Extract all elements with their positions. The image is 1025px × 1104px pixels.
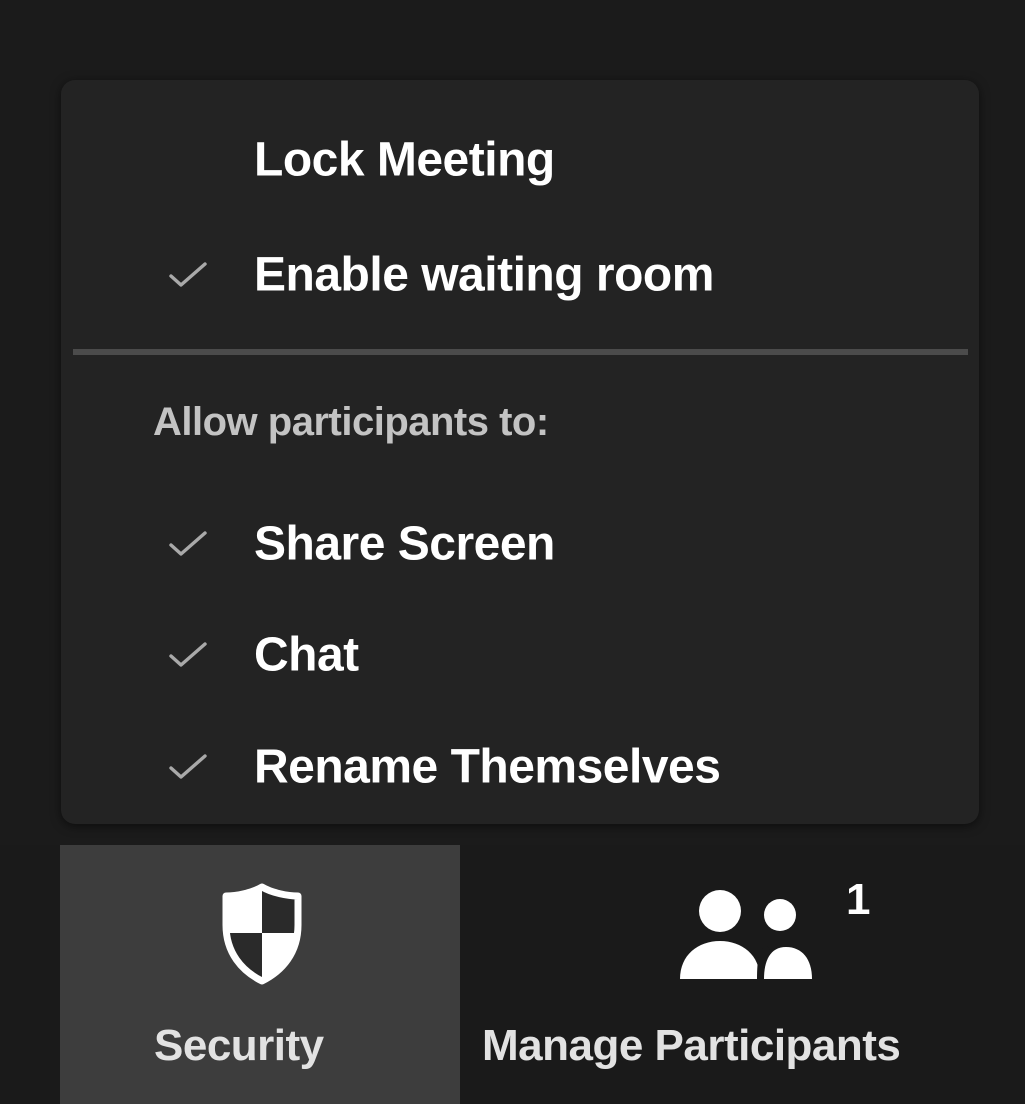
meeting-toolbar: Security 1 Manage Participants bbox=[0, 845, 1025, 1104]
security-button-label: Security bbox=[154, 1021, 324, 1070]
menu-divider bbox=[73, 349, 968, 355]
menu-item-label: Enable waiting room bbox=[254, 248, 714, 302]
menu-item-share-screen[interactable]: Share Screen bbox=[61, 494, 979, 594]
manage-participants-label: Manage Participants bbox=[482, 1021, 901, 1070]
security-menu: Lock Meeting Enable waiting room Allow p… bbox=[61, 80, 979, 824]
checkmark-icon bbox=[165, 747, 211, 787]
checkmark-icon bbox=[165, 635, 211, 675]
shield-icon bbox=[218, 881, 306, 990]
checkmark-icon bbox=[165, 524, 211, 564]
section-header-allow-participants: Allow participants to: bbox=[153, 400, 549, 444]
menu-item-label: Rename Themselves bbox=[254, 740, 721, 794]
checkmark-icon bbox=[165, 255, 211, 295]
menu-item-enable-waiting-room[interactable]: Enable waiting room bbox=[61, 225, 979, 325]
manage-participants-button[interactable]: 1 Manage Participants bbox=[460, 845, 1025, 1104]
menu-item-label: Chat bbox=[254, 628, 359, 682]
menu-item-chat[interactable]: Chat bbox=[61, 605, 979, 705]
participant-count-badge: 1 bbox=[846, 875, 871, 924]
menu-item-label: Share Screen bbox=[254, 517, 555, 571]
menu-item-lock-meeting[interactable]: Lock Meeting bbox=[61, 110, 979, 210]
menu-item-rename-themselves[interactable]: Rename Themselves bbox=[61, 717, 979, 817]
menu-item-label: Lock Meeting bbox=[254, 133, 555, 187]
security-button[interactable]: Security bbox=[60, 845, 460, 1104]
participants-icon bbox=[678, 889, 814, 986]
